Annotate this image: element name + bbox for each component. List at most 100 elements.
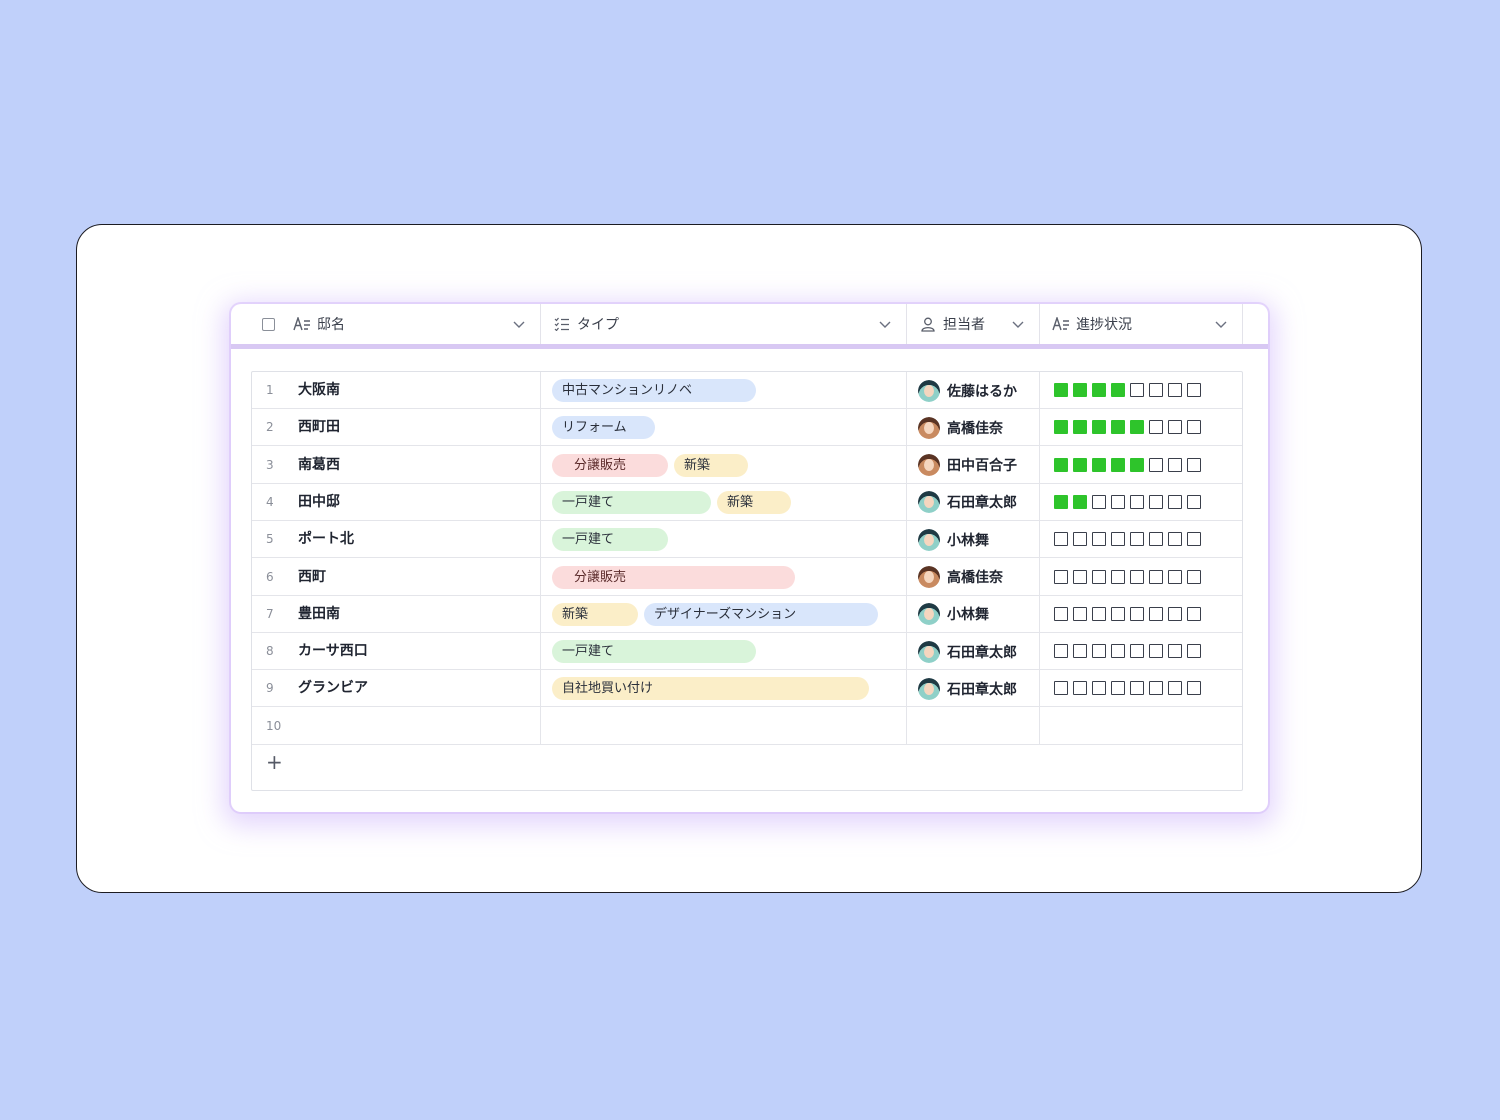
table-row[interactable]: 2 西町田 リフォーム 高橋佳奈 [252, 409, 1242, 447]
cell-type[interactable]: 自社地買い付け [552, 677, 869, 701]
progress-box-empty[interactable] [1187, 681, 1201, 696]
cell-owner[interactable]: 石田章太郎 [918, 670, 1017, 707]
progress-box-empty[interactable] [1111, 644, 1125, 659]
progress-box-empty[interactable] [1149, 569, 1163, 584]
cell-name[interactable]: 田中邸 [298, 484, 340, 521]
progress-box-empty[interactable] [1073, 532, 1087, 547]
cell-type[interactable]: 一戸建て [552, 640, 756, 664]
progress-meter[interactable] [1054, 457, 1201, 472]
cell-type[interactable]: 分譲販売 [552, 565, 795, 589]
progress-box-filled[interactable] [1073, 494, 1087, 509]
progress-box-filled[interactable] [1073, 457, 1087, 472]
cell-name[interactable]: グランビア [298, 670, 368, 707]
progress-box-empty[interactable] [1149, 606, 1163, 621]
cell-name[interactable]: 大阪南 [298, 372, 340, 409]
progress-box-empty[interactable] [1168, 681, 1182, 696]
progress-box-empty[interactable] [1092, 681, 1106, 696]
progress-box-empty[interactable] [1187, 532, 1201, 547]
progress-box-empty[interactable] [1149, 681, 1163, 696]
cell-owner[interactable]: 田中百合子 [918, 447, 1017, 484]
type-tag[interactable]: 一戸建て [552, 490, 711, 514]
cell-name[interactable]: 南葛西 [298, 447, 340, 484]
cell-owner[interactable]: 小林舞 [918, 521, 989, 558]
table-row[interactable]: 6 西町 分譲販売 高橋佳奈 [252, 559, 1242, 596]
cell-type[interactable]: 中古マンションリノベ [552, 379, 756, 402]
progress-meter[interactable] [1054, 569, 1201, 584]
progress-box-filled[interactable] [1073, 420, 1087, 435]
type-tag[interactable]: 新築 [674, 453, 748, 477]
table-row[interactable]: 9 グランビア 自社地買い付け 石田章太郎 [252, 670, 1242, 708]
add-row-button[interactable]: + [266, 752, 286, 772]
type-tag[interactable]: 自社地買い付け [552, 677, 869, 701]
type-tag[interactable]: 一戸建て [552, 640, 756, 664]
progress-box-empty[interactable] [1111, 569, 1125, 584]
table-row[interactable]: 3 南葛西 分譲販売 新築 田中百合子 [252, 447, 1242, 484]
table-row[interactable]: 4 田中邸 一戸建て 新築 石田章太郎 [252, 484, 1242, 521]
type-tag[interactable]: 中古マンションリノベ [552, 379, 756, 402]
progress-box-empty[interactable] [1111, 606, 1125, 621]
progress-box-empty[interactable] [1149, 457, 1163, 472]
progress-box-empty[interactable] [1149, 532, 1163, 547]
progress-box-empty[interactable] [1054, 569, 1068, 584]
progress-box-empty[interactable] [1149, 494, 1163, 509]
cell-owner[interactable]: 高橋佳奈 [918, 409, 1003, 446]
type-tag[interactable]: デザイナーズマンション [644, 602, 878, 626]
header-owner[interactable]: 担当者 [919, 304, 1039, 344]
progress-box-filled[interactable] [1130, 457, 1144, 472]
chevron-down-icon[interactable] [878, 317, 892, 331]
progress-box-empty[interactable] [1092, 644, 1106, 659]
table-row[interactable]: 1 大阪南 中古マンションリノベ 佐藤はるか [252, 372, 1242, 409]
progress-box-empty[interactable] [1130, 532, 1144, 547]
progress-box-empty[interactable] [1149, 644, 1163, 659]
progress-box-empty[interactable] [1187, 457, 1201, 472]
progress-meter[interactable] [1054, 606, 1201, 621]
progress-meter[interactable] [1054, 644, 1201, 659]
progress-box-empty[interactable] [1073, 606, 1087, 621]
table-row[interactable]: 8 カーサ西口 一戸建て 石田章太郎 [252, 633, 1242, 671]
cell-type[interactable]: 一戸建て [552, 528, 668, 552]
cell-name[interactable]: カーサ西口 [298, 633, 368, 670]
progress-box-empty[interactable] [1168, 457, 1182, 472]
progress-box-empty[interactable] [1187, 569, 1201, 584]
select-all-checkbox[interactable] [262, 317, 275, 331]
cell-type[interactable]: 新築 デザイナーズマンション [552, 602, 878, 626]
progress-box-empty[interactable] [1168, 644, 1182, 659]
table-row[interactable]: 7 豊田南 新築 デザイナーズマンション 小林舞 [252, 596, 1242, 633]
progress-box-empty[interactable] [1187, 494, 1201, 509]
type-tag[interactable]: 分譲販売 [552, 565, 795, 589]
progress-box-empty[interactable] [1168, 569, 1182, 584]
type-tag[interactable]: 新築 [717, 490, 791, 514]
progress-box-empty[interactable] [1168, 420, 1182, 435]
progress-box-empty[interactable] [1073, 681, 1087, 696]
progress-box-filled[interactable] [1111, 457, 1125, 472]
progress-box-empty[interactable] [1168, 532, 1182, 547]
progress-box-empty[interactable] [1130, 606, 1144, 621]
progress-box-empty[interactable] [1130, 569, 1144, 584]
cell-name[interactable]: 豊田南 [298, 596, 340, 633]
progress-box-empty[interactable] [1168, 494, 1182, 509]
progress-box-empty[interactable] [1054, 644, 1068, 659]
table-row[interactable]: 5 ポート北 一戸建て 小林舞 [252, 521, 1242, 559]
progress-meter[interactable] [1054, 494, 1201, 509]
progress-box-empty[interactable] [1092, 532, 1106, 547]
progress-box-empty[interactable] [1054, 681, 1068, 696]
cell-type[interactable]: 一戸建て 新築 [552, 490, 791, 514]
progress-box-empty[interactable] [1092, 606, 1106, 621]
progress-box-empty[interactable] [1073, 644, 1087, 659]
chevron-down-icon[interactable] [512, 317, 526, 331]
cell-owner[interactable]: 石田章太郎 [918, 633, 1017, 670]
progress-meter[interactable] [1054, 383, 1201, 397]
progress-box-empty[interactable] [1149, 420, 1163, 435]
cell-owner[interactable]: 佐藤はるか [918, 372, 1017, 409]
progress-box-empty[interactable] [1187, 606, 1201, 621]
progress-box-empty[interactable] [1187, 383, 1201, 397]
cell-owner[interactable]: 高橋佳奈 [918, 559, 1003, 596]
header-type[interactable]: タイプ [553, 304, 906, 344]
progress-box-filled[interactable] [1073, 383, 1087, 397]
cell-type[interactable]: リフォーム [552, 416, 655, 440]
progress-box-empty[interactable] [1054, 532, 1068, 547]
progress-box-filled[interactable] [1054, 457, 1068, 472]
progress-box-empty[interactable] [1054, 606, 1068, 621]
progress-meter[interactable] [1054, 681, 1201, 696]
progress-box-empty[interactable] [1092, 569, 1106, 584]
